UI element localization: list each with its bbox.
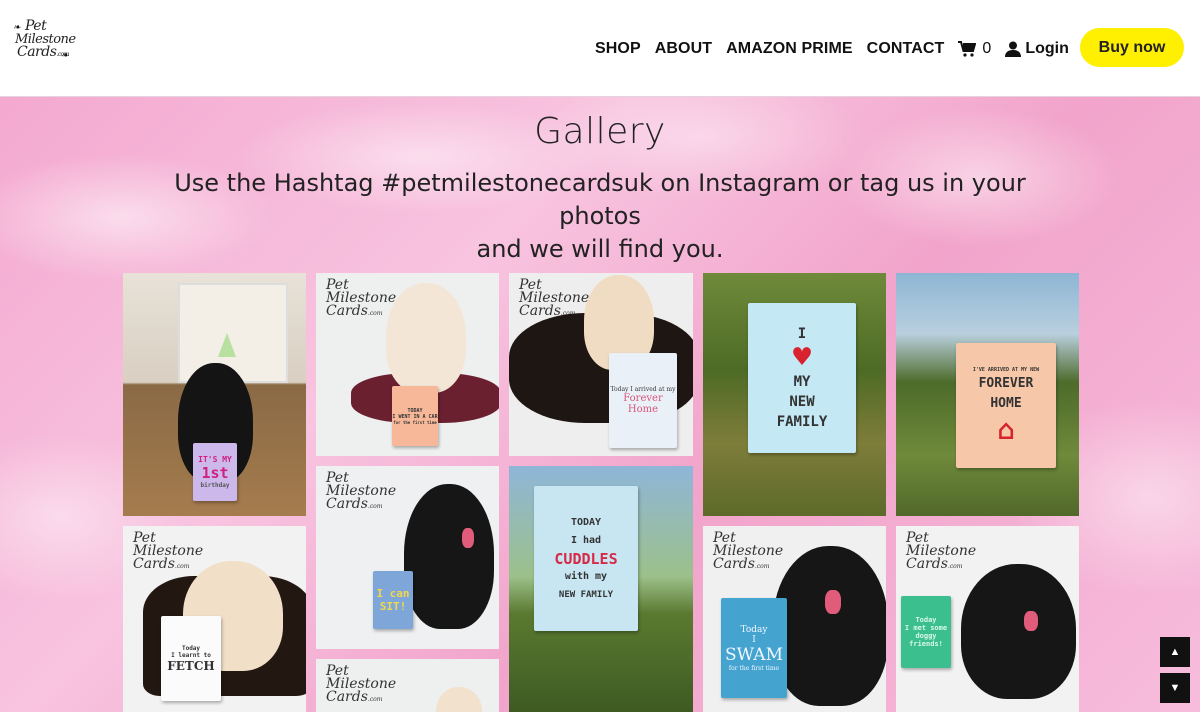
nav-shop[interactable]: SHOP: [595, 40, 641, 58]
gallery-photo-arrived[interactable]: PetMilestoneCards.com Today I arrived at…: [509, 273, 693, 456]
watermark-logo: PetMilestoneCards.com: [713, 530, 784, 572]
scroll-up-button[interactable]: ▲: [1160, 637, 1190, 667]
gallery-photo-sit[interactable]: Pet Milestone Cards.com I can SIT!: [316, 466, 499, 649]
cart-icon: [958, 40, 977, 57]
watermark-logo: PetMilestoneCards.com: [133, 530, 204, 572]
card-arrived: Today I arrived at my Forever Home: [609, 353, 677, 448]
card-forever-home: I'VE ARRIVED AT MY NEW FOREVER HOME ⌂: [956, 343, 1056, 468]
nav-contact[interactable]: CONTACT: [867, 40, 945, 58]
gallery-section: Gallery Use the Hashtag #petmilestonecar…: [0, 97, 1200, 712]
dog-image: [386, 283, 466, 393]
card-fetch: Today I learnt to FETCH: [161, 616, 221, 701]
paw-icon: ❧: [13, 23, 21, 33]
main-nav: SHOP ABOUT AMAZON PRIME CONTACT 0 Login: [595, 0, 1069, 97]
gallery-subtitle: Use the Hashtag #petmilestonecardsuk on …: [174, 169, 1026, 263]
card-car: TODAY I WENT IN A CAR for the first time: [392, 386, 438, 446]
nav-amazon-prime[interactable]: AMAZON PRIME: [726, 40, 853, 58]
card-sit: I can SIT!: [373, 571, 413, 629]
card-cuddles: TODAY I had CUDDLES with my NEW FAMILY: [534, 486, 638, 631]
gallery-photo-family[interactable]: I ♥ MY NEW FAMILY: [703, 273, 886, 516]
watermark-logo: PetMilestoneCards.com: [326, 663, 397, 705]
dog-image: [961, 564, 1076, 699]
party-hat: [218, 333, 236, 357]
site-logo[interactable]: ❧ Pet Milestone Cards.com ❧: [13, 19, 76, 68]
login-link[interactable]: Login: [1005, 40, 1069, 58]
watermark-logo: PetMilestoneCards.com: [906, 530, 977, 572]
cart-count: 0: [982, 39, 992, 57]
watermark-logo: PetMilestoneCards.com: [326, 470, 397, 512]
gallery-photo-swam[interactable]: Pet Milestone Cards.com Today I SWAM for t…: [703, 526, 886, 712]
dog-image: [436, 687, 482, 712]
scroll-down-button[interactable]: ▼: [1160, 673, 1190, 703]
site-header: ❧ Pet Milestone Cards.com ❧ SHOP ABOUT A…: [0, 0, 1200, 97]
gallery-photo-forever-home[interactable]: I'VE ARRIVED AT MY NEW FOREVER HOME ⌂: [896, 273, 1079, 516]
cart-link[interactable]: 0: [958, 40, 991, 58]
house-icon: ⌂: [997, 412, 1015, 446]
card-swam: Today I SWAM for the first time: [721, 598, 787, 698]
gallery-photo-birthday[interactable]: IT'S MY 1st birthday: [123, 273, 306, 516]
card-friends: Today I met some doggy friends!: [901, 596, 951, 668]
card-birthday: IT'S MY 1st birthday: [193, 443, 237, 501]
dog-image: [404, 484, 494, 629]
gallery-photo-cuddles[interactable]: TODAY I had CUDDLES with my NEW FAMILY: [509, 466, 693, 712]
paw-icon: ❧: [61, 51, 69, 61]
card-family: I ♥ MY NEW FAMILY: [748, 303, 856, 453]
gallery-photo-car[interactable]: Pet Milestone Cards.com TODAY I WENT IN A …: [316, 273, 499, 456]
gallery-photo-partial[interactable]: Pet Milestone Cards.com: [316, 659, 499, 712]
dog-image: [773, 546, 886, 706]
login-label: Login: [1025, 39, 1069, 57]
buy-now-button[interactable]: Buy now: [1080, 28, 1184, 67]
gallery-title: Gallery: [534, 111, 666, 152]
gallery-photo-fetch[interactable]: Pet Milestone Cards.com Today I learnt to …: [123, 526, 306, 712]
gallery-photo-friends[interactable]: Pet Milestone Cards.com Today I met some d…: [896, 526, 1079, 712]
heart-icon: ♥: [792, 340, 812, 375]
user-icon: [1005, 41, 1022, 57]
watermark-logo: PetMilestoneCards.com: [326, 277, 397, 319]
nav-about[interactable]: ABOUT: [655, 40, 712, 58]
